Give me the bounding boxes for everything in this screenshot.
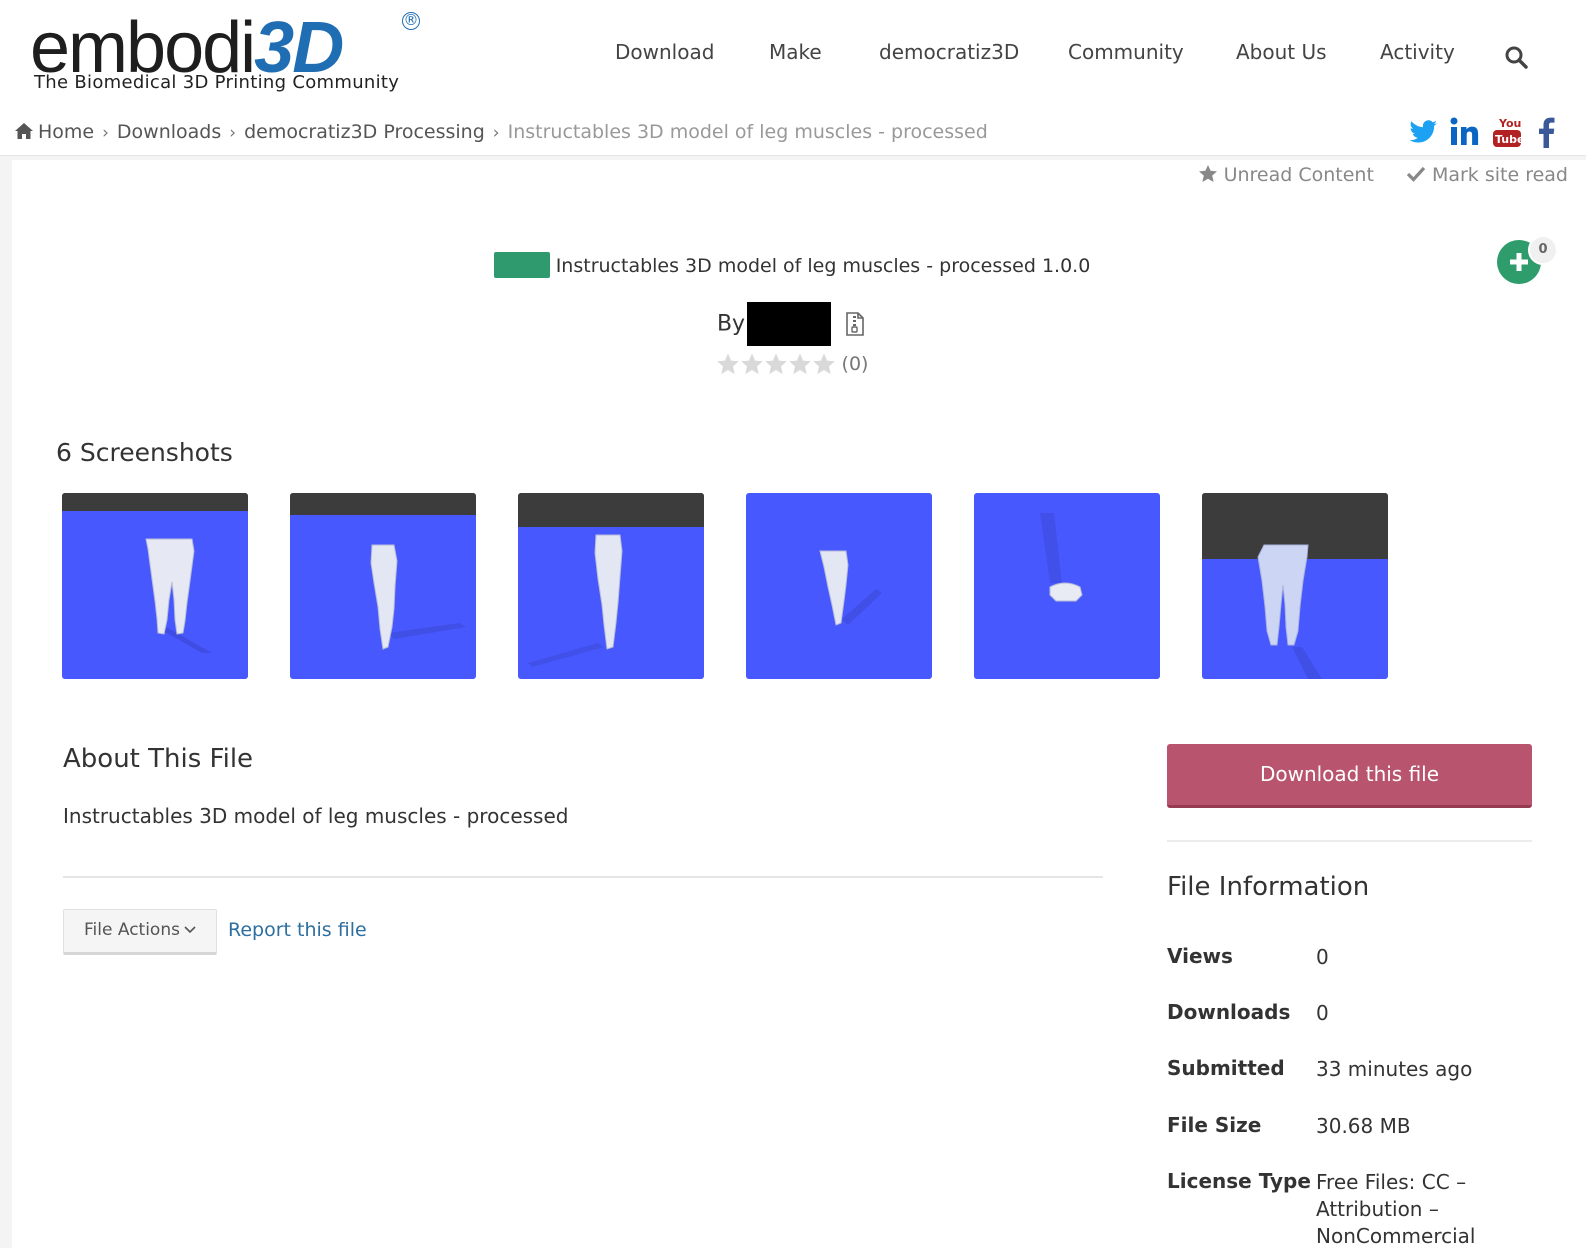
author-row: By — [12, 302, 1572, 346]
plus-icon — [1510, 253, 1528, 271]
breadcrumb-current: Instructables 3D model of leg muscles - … — [507, 121, 988, 143]
home-icon — [15, 123, 33, 139]
site-header: embodi3D ® The Biomedical 3D Printing Co… — [0, 0, 1586, 112]
linkedin-icon[interactable] — [1448, 114, 1482, 150]
about-heading: About This File — [63, 744, 254, 774]
site-logo[interactable]: embodi3D ® The Biomedical 3D Printing Co… — [30, 8, 430, 108]
breadcrumb-democratiz3d-processing[interactable]: democratiz3D Processing — [244, 121, 485, 143]
nav-download[interactable]: Download — [615, 40, 714, 64]
nav-activity[interactable]: Activity — [1380, 40, 1455, 64]
file-title-text: Instructables 3D model of leg muscles - … — [555, 255, 1091, 277]
main-content: Unread Content Mark site read Instructab… — [12, 160, 1586, 1248]
breadcrumb: Home › Downloads › democratiz3D Processing › I… — [14, 121, 988, 143]
mark-site-read-link[interactable]: Mark site read — [1406, 164, 1568, 186]
logo-tagline: The Biomedical 3D Printing Community — [34, 72, 400, 93]
info-value: 30.68 MB — [1316, 1114, 1411, 1138]
screenshot-thumbnail[interactable] — [1202, 493, 1388, 679]
registered-mark: ® — [402, 11, 420, 30]
unread-content-label: Unread Content — [1223, 164, 1374, 186]
mark-site-read-label: Mark site read — [1431, 164, 1568, 186]
svg-text:You: You — [1498, 117, 1521, 130]
unread-content-link[interactable]: Unread Content — [1198, 164, 1374, 186]
breadcrumb-bar: Home › Downloads › democratiz3D Processing › I… — [0, 112, 1586, 156]
zip-file-icon — [846, 312, 864, 336]
info-value: 33 minutes ago — [1316, 1057, 1473, 1081]
download-file-button[interactable]: Download this file — [1167, 744, 1532, 808]
star-icon[interactable] — [764, 352, 788, 376]
info-value: 0 — [1316, 945, 1329, 969]
breadcrumb-downloads[interactable]: Downloads — [117, 121, 221, 143]
screenshots-heading: 6 Screenshots — [56, 438, 233, 467]
twitter-icon[interactable] — [1406, 114, 1440, 150]
star-icon[interactable] — [740, 352, 764, 376]
info-value: Free Files: CC – Attribution – NonCommer… — [1316, 1170, 1476, 1248]
rating-row: (0) — [12, 352, 1572, 376]
nav-community[interactable]: Community — [1068, 40, 1184, 64]
info-key: Views — [1167, 944, 1233, 968]
search-icon[interactable] — [1503, 44, 1529, 70]
facebook-icon[interactable] — [1530, 114, 1564, 150]
star-icon[interactable] — [788, 352, 812, 376]
nav-democratiz3d[interactable]: democratiz3D — [879, 40, 1019, 64]
info-value: 0 — [1316, 1001, 1329, 1025]
top-actions: Unread Content Mark site read — [1172, 164, 1568, 186]
follow-count-badge: 0 — [1528, 235, 1558, 265]
file-description: Instructables 3D model of leg muscles - … — [63, 804, 569, 828]
author-name-redacted[interactable] — [747, 302, 832, 346]
svg-text:Tube: Tube — [1495, 133, 1524, 146]
by-label: By — [716, 311, 746, 337]
youtube-icon[interactable]: You Tube — [1490, 114, 1524, 150]
star-icon — [1198, 165, 1217, 182]
divider — [63, 876, 1103, 878]
info-key: License Type — [1167, 1169, 1311, 1193]
screenshot-thumbnail[interactable] — [518, 493, 704, 679]
star-rating[interactable] — [716, 352, 836, 376]
info-key: Downloads — [1167, 1000, 1291, 1024]
star-icon[interactable] — [716, 352, 740, 376]
file-actions-label: File Actions — [84, 920, 180, 940]
screenshot-thumbnail[interactable] — [974, 493, 1160, 679]
file-actions-dropdown[interactable]: File Actions — [63, 909, 217, 955]
nav-about-us[interactable]: About Us — [1236, 40, 1327, 64]
breadcrumb-separator: › — [229, 123, 237, 143]
breadcrumb-home[interactable]: Home — [38, 121, 94, 143]
info-key: File Size — [1167, 1113, 1262, 1137]
breadcrumb-separator: › — [492, 123, 500, 143]
chevron-down-icon — [184, 926, 196, 934]
category-badge — [493, 252, 550, 278]
file-information-heading: File Information — [1167, 872, 1370, 902]
report-file-link[interactable]: Report this file — [228, 919, 367, 941]
breadcrumb-separator: › — [102, 123, 109, 143]
divider — [1167, 840, 1532, 842]
screenshot-thumbnail[interactable] — [290, 493, 476, 679]
check-icon — [1406, 166, 1426, 182]
star-icon[interactable] — [812, 352, 836, 376]
rating-count: (0) — [841, 353, 869, 375]
file-title: Instructables 3D model of leg muscles - … — [12, 252, 1572, 278]
nav-make[interactable]: Make — [769, 40, 822, 64]
screenshot-thumbnail[interactable] — [746, 493, 932, 679]
screenshot-thumbnail[interactable] — [62, 493, 248, 679]
info-key: Submitted — [1167, 1056, 1285, 1080]
